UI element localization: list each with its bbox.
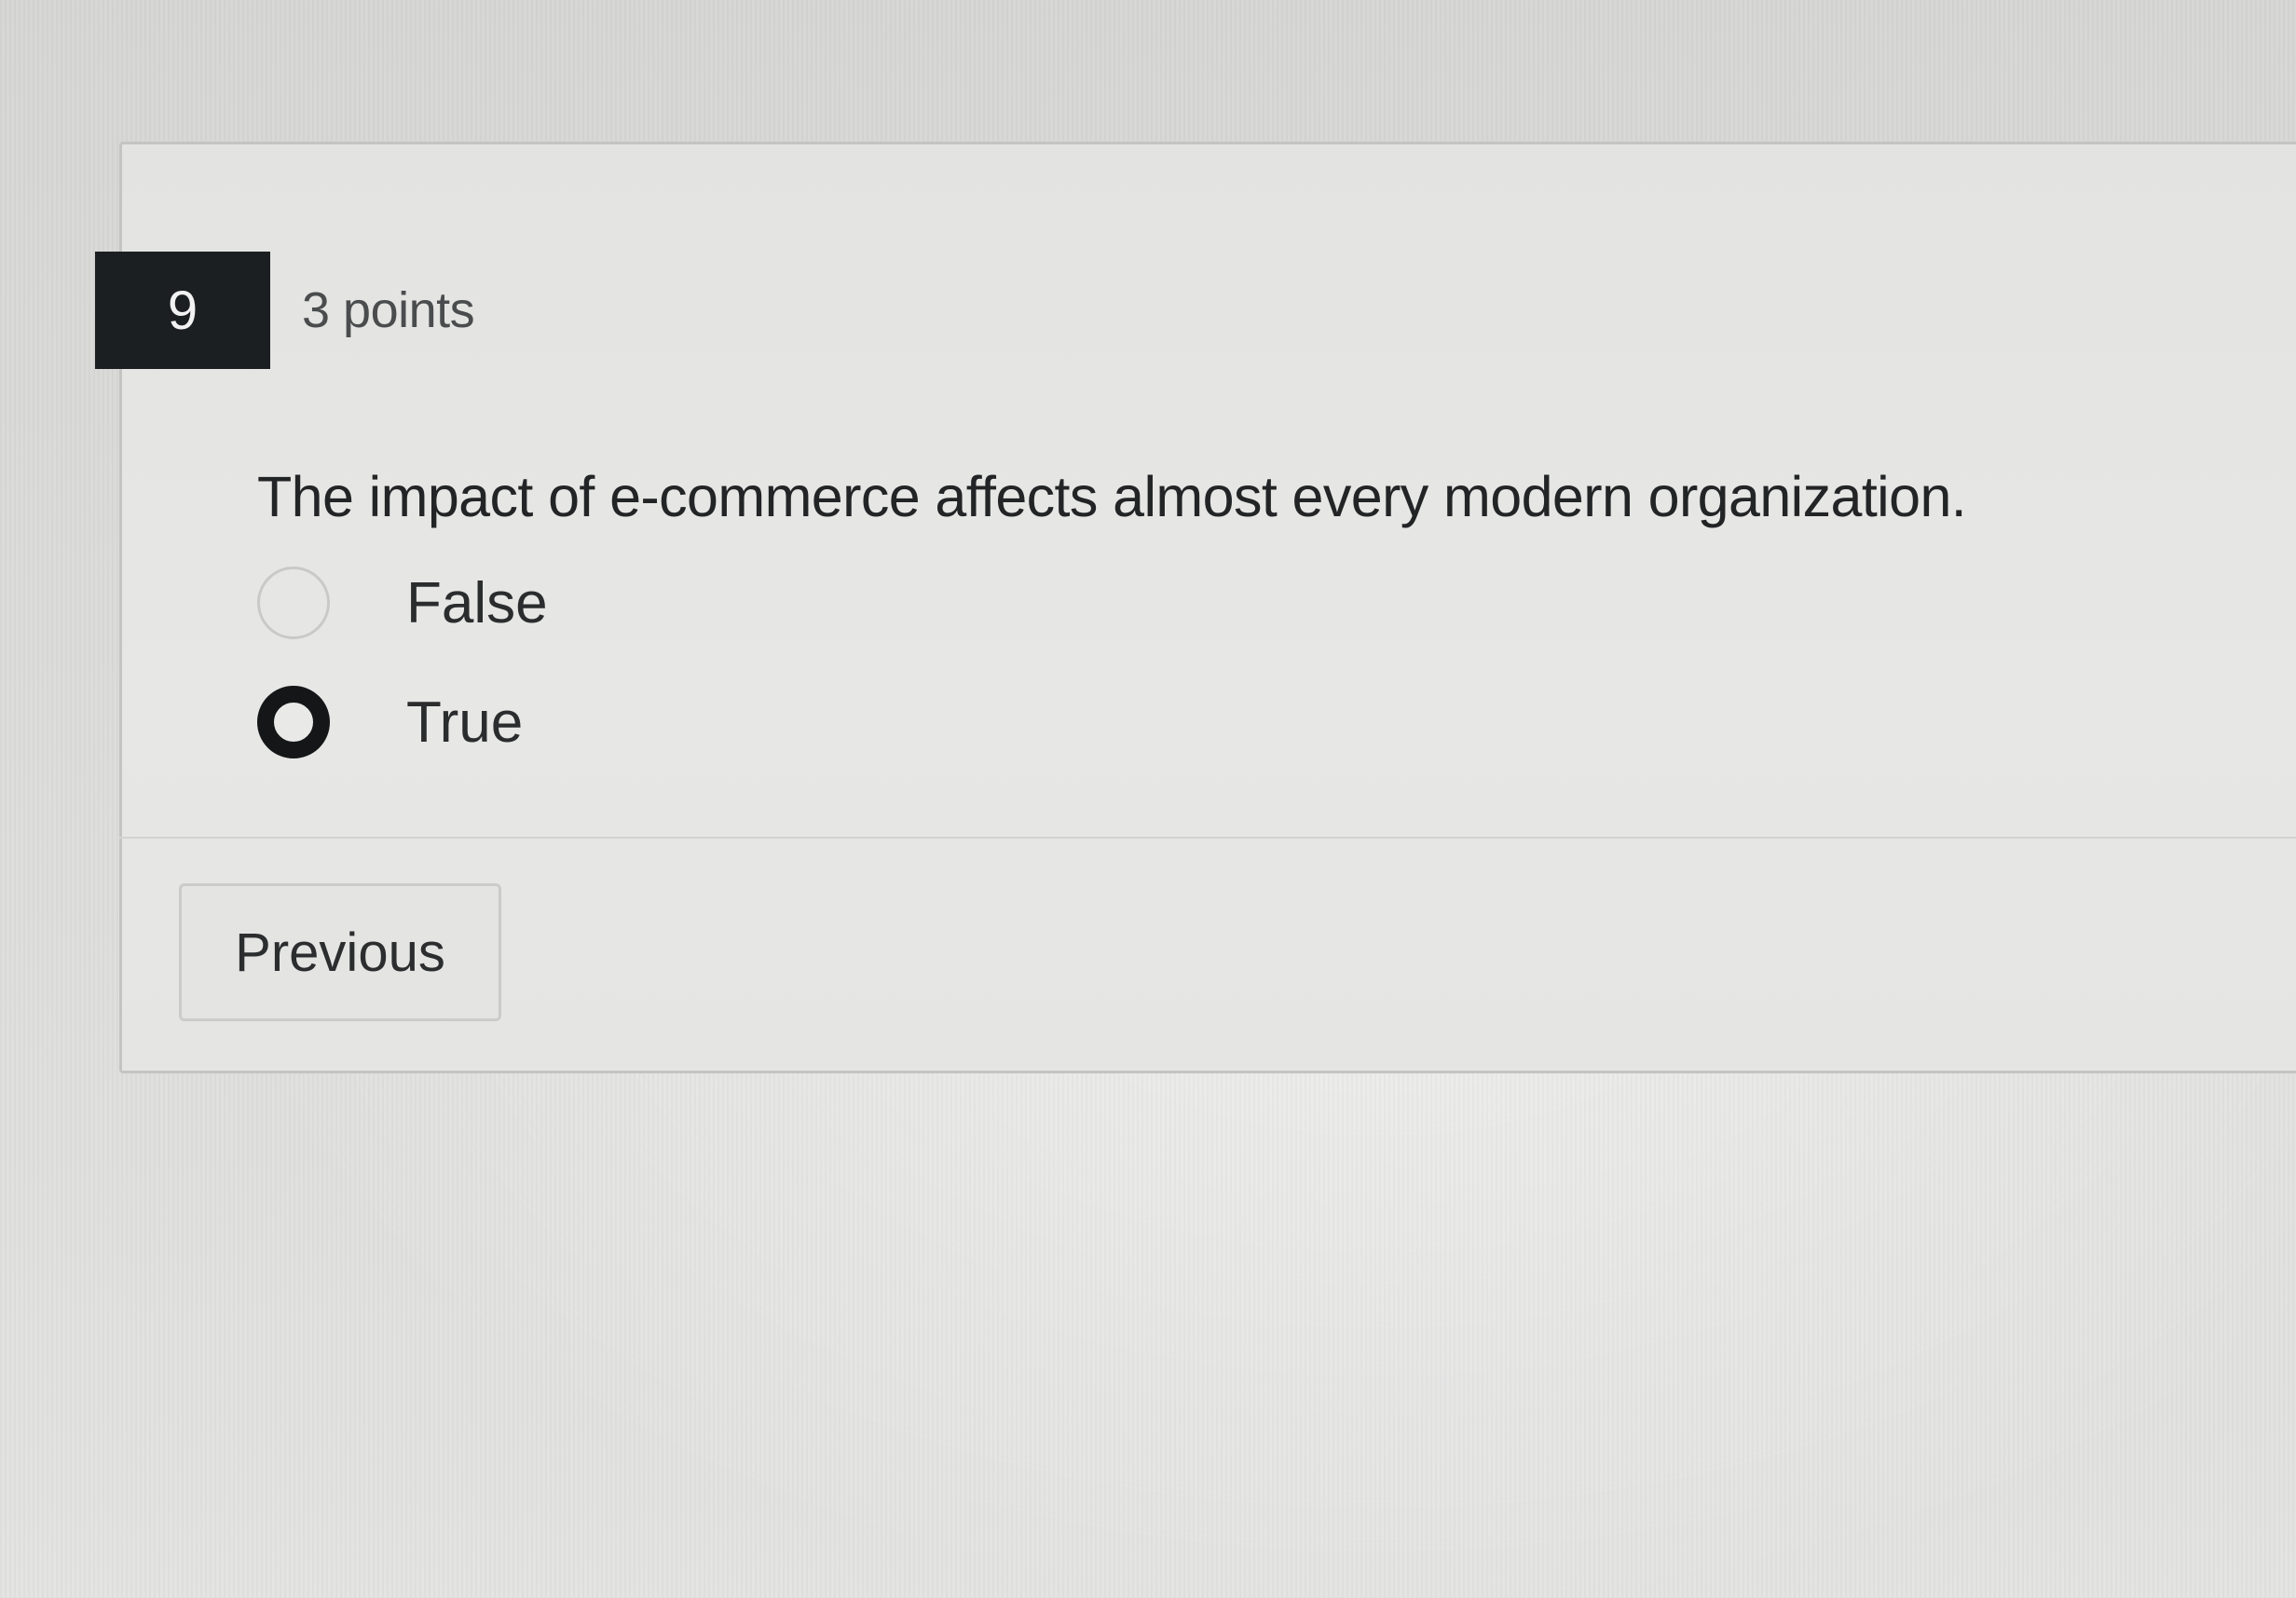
question-header: 9 3 points	[95, 252, 475, 369]
card-divider	[119, 837, 2296, 839]
answer-option-label: False	[406, 570, 548, 635]
question-points: 3 points	[302, 282, 475, 338]
question-number-badge: 9	[95, 252, 270, 369]
answer-option-label: True	[406, 690, 524, 755]
radio-button-unchecked[interactable]	[257, 567, 330, 639]
answer-option-false[interactable]: False	[257, 561, 548, 645]
radio-button-checked[interactable]	[257, 686, 330, 758]
question-text: The impact of e-commerce affects almost …	[257, 465, 1967, 528]
answer-option-true[interactable]: True	[257, 680, 523, 764]
previous-button[interactable]: Previous	[179, 883, 501, 1021]
